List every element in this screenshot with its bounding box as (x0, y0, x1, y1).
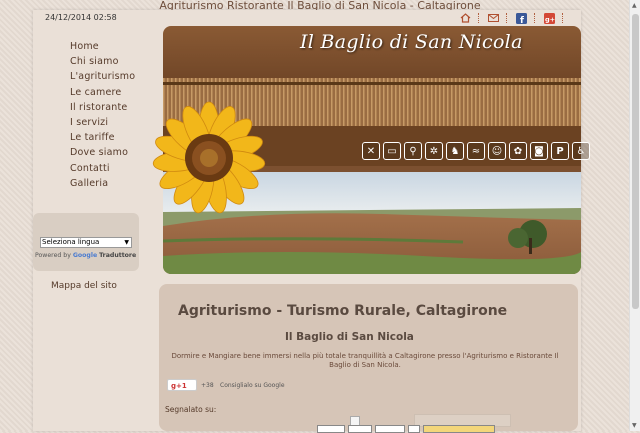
page-heading: Agriturismo - Turismo Rurale, Caltagiron… (178, 303, 508, 319)
powered-by-google: Powered by Google Traduttore (35, 252, 136, 259)
banner-title: Il Baglio di San Nicola (300, 31, 523, 53)
main-nav: Home Chi siamo L'agriturismo Le camere I… (70, 39, 135, 191)
sitemap-link[interactable]: Mappa del sito (51, 281, 117, 291)
partner-badge[interactable] (375, 425, 405, 433)
powered-by-label: Powered by (35, 252, 71, 259)
intro-text: Dormire e Mangiare bene immersi nella pi… (171, 352, 559, 369)
google-recommend-text: Consiglialo su Google (220, 382, 285, 389)
google-plus-count: +38 (201, 382, 214, 389)
camera-icon: ◙ (530, 142, 548, 160)
pool-icon: ≈ (467, 142, 485, 160)
restaurant-icon: ✕ (362, 142, 380, 160)
nav-item-camere[interactable]: Le camere (70, 85, 135, 100)
parking-icon: P (551, 142, 569, 160)
scroll-down-icon[interactable]: ▼ (632, 422, 637, 429)
featured-on-label: Segnalato su: (165, 405, 217, 414)
mail-icon[interactable] (487, 12, 499, 24)
nav-item-chi-siamo[interactable]: Chi siamo (70, 54, 135, 69)
sunflower-image (152, 101, 266, 214)
partner-badge[interactable] (348, 425, 372, 433)
nav-item-galleria[interactable]: Galleria (70, 176, 135, 191)
separator (534, 13, 536, 23)
scrollbar-thumb[interactable] (632, 14, 639, 309)
facebook-icon[interactable]: f (515, 12, 527, 24)
chevron-down-icon: ▼ (124, 239, 129, 246)
scroll-up-icon[interactable]: ▲ (632, 2, 637, 9)
language-select[interactable]: Seleziona lingua ▼ (40, 237, 132, 248)
kids-icon: ☺ (488, 142, 506, 160)
language-select-value: Seleziona lingua (42, 238, 100, 246)
bike-icon: ⚲ (404, 142, 422, 160)
nav-item-servizi[interactable]: I servizi (70, 115, 135, 130)
nav-item-contatti[interactable]: Contatti (70, 161, 135, 176)
google-plus-icon[interactable]: g+ (543, 12, 555, 24)
date-time: 24/12/2014 02:58 (45, 13, 117, 22)
nav-item-dove-siamo[interactable]: Dove siamo (70, 145, 135, 160)
bed-icon: ▭ (383, 142, 401, 160)
translate-service-link[interactable]: Traduttore (99, 252, 136, 259)
nav-item-home[interactable]: Home (70, 39, 135, 54)
separator (562, 13, 564, 23)
svg-text:f: f (520, 16, 524, 24)
nav-item-agriturismo[interactable]: L'agriturismo (70, 69, 135, 84)
partner-badge[interactable] (317, 425, 345, 433)
nav-item-tariffe[interactable]: Le tariffe (70, 130, 135, 145)
partner-badge[interactable] (408, 425, 420, 433)
horse-icon: ♞ (446, 142, 464, 160)
partner-badge[interactable] (423, 425, 495, 433)
air-conditioning-icon: ✲ (425, 142, 443, 160)
home-icon[interactable] (459, 12, 471, 24)
vertical-scrollbar[interactable]: ▲ ▼ (629, 0, 640, 431)
svg-text:g+: g+ (545, 15, 555, 23)
google-plus-one-button[interactable]: g+1 (167, 379, 197, 391)
page-subheading: Il Baglio di San Nicola (285, 331, 414, 343)
separator (506, 13, 508, 23)
top-icon-bar: f g+ (455, 12, 567, 24)
separator (478, 13, 480, 23)
disabled-access-icon: ♿ (572, 142, 590, 160)
partner-badges (317, 425, 498, 433)
pets-icon: ✿ (509, 142, 527, 160)
service-icons: ✕ ▭ ⚲ ✲ ♞ ≈ ☺ ✿ ◙ P ♿ (362, 142, 593, 160)
nav-item-ristorante[interactable]: Il ristorante (70, 100, 135, 115)
google-logo: Google (72, 252, 98, 259)
